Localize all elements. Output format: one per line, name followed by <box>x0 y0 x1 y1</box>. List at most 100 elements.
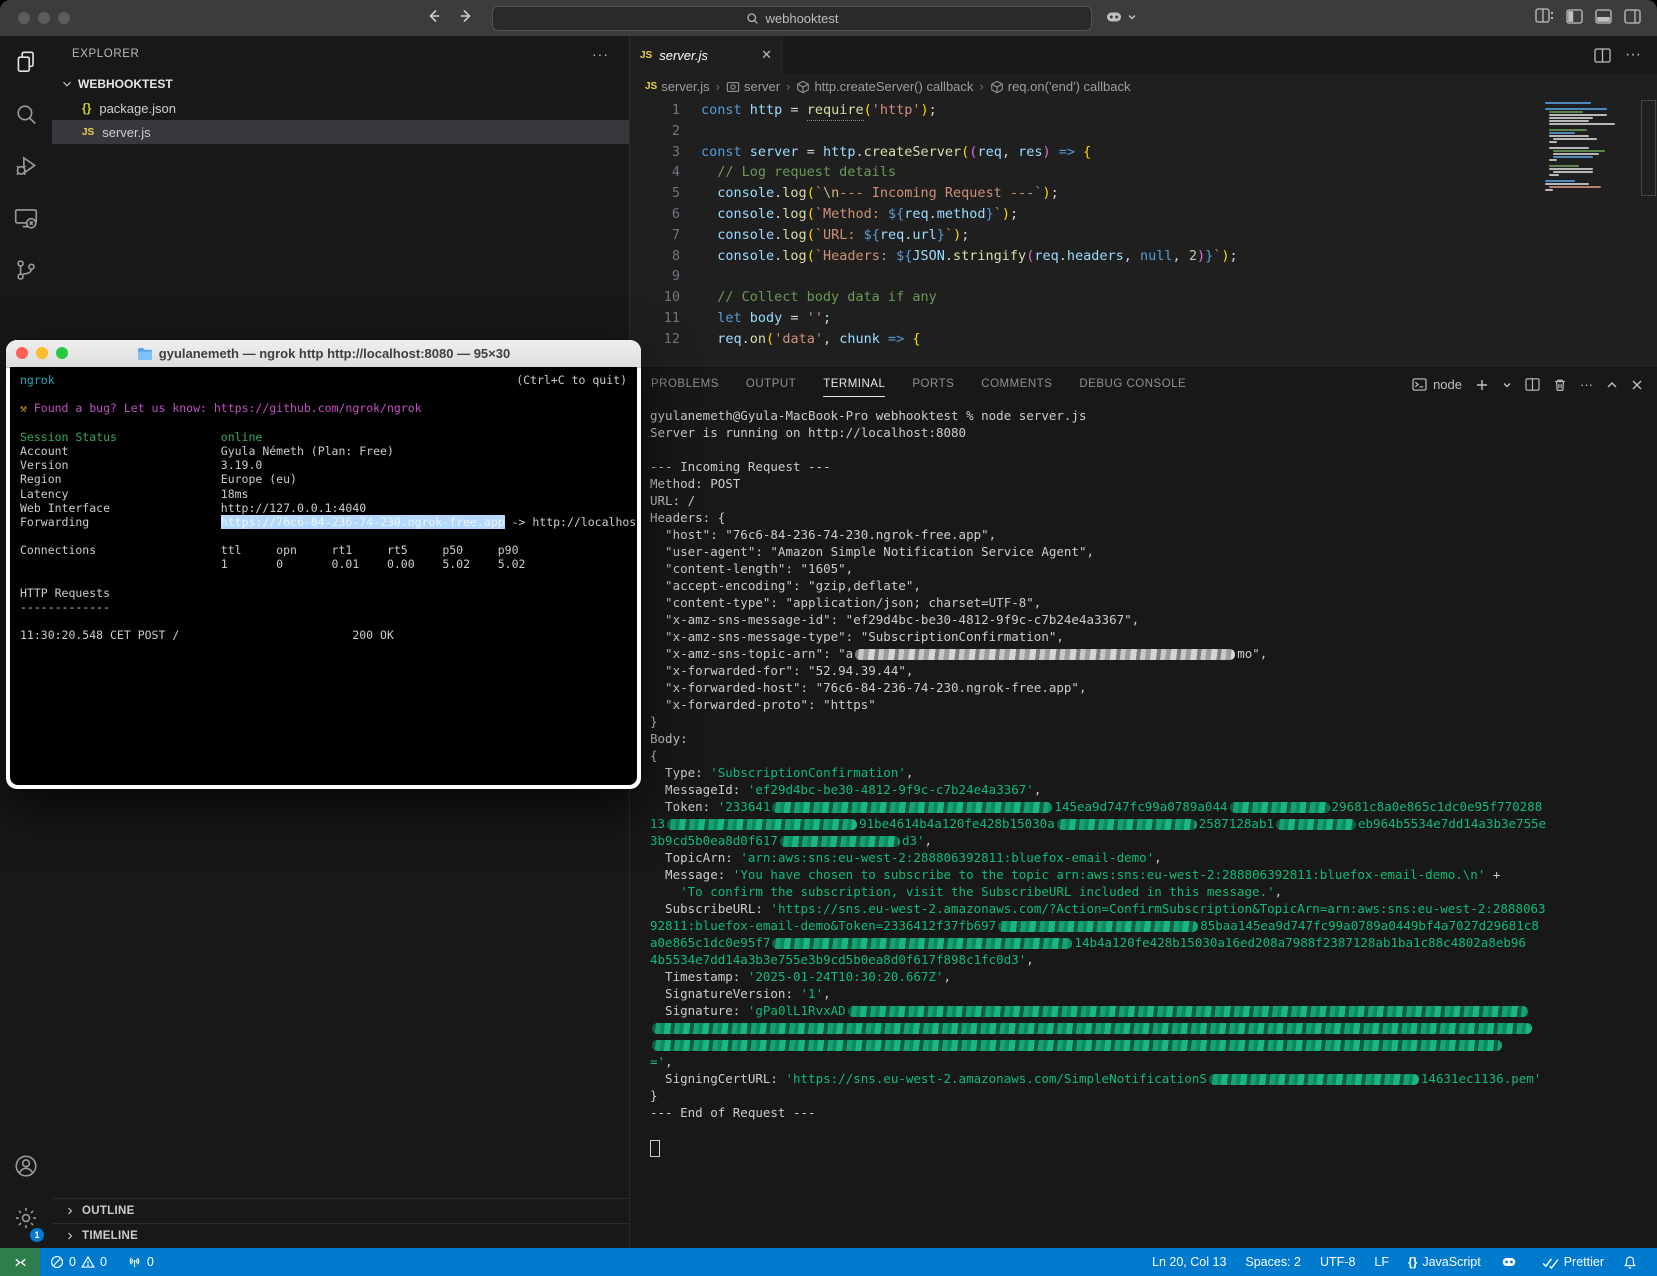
mac-title-bar[interactable]: gyulanemeth — ngrok http http://localhos… <box>6 340 641 368</box>
split-editor-icon[interactable] <box>1594 48 1611 63</box>
code-editor[interactable]: 1const http = require('http');23const se… <box>630 99 1657 350</box>
js-file-icon: JS <box>645 81 657 92</box>
errors-count[interactable]: 0 <box>69 1255 76 1269</box>
editor-tab-bar: JS server.js ✕ ··· <box>630 36 1657 74</box>
code-line[interactable]: 10 // Collect body data if any <box>630 287 1657 308</box>
status-encoding[interactable]: UTF-8 <box>1320 1255 1355 1269</box>
panel-tab-debug-console[interactable]: DEBUG CONSOLE <box>1079 366 1186 403</box>
file-row-server.js[interactable]: JSserver.js <box>52 120 629 144</box>
breadcrumb-item[interactable]: server <box>726 79 780 94</box>
warnings-count[interactable]: 0 <box>100 1255 107 1269</box>
maximize-panel-icon[interactable] <box>1606 379 1618 391</box>
breadcrumb-item[interactable]: req.on('end') callback <box>990 79 1131 94</box>
line-number: 2 <box>630 121 701 142</box>
panel-more-actions-icon[interactable]: ··· <box>1580 377 1593 392</box>
minimap-slider[interactable] <box>1641 100 1656 196</box>
explorer-more-actions-icon[interactable]: ··· <box>592 46 609 62</box>
panel-tab-problems[interactable]: PROBLEMS <box>651 366 719 403</box>
code-line[interactable]: 7 console.log(`URL: ${req.url}`); <box>630 225 1657 246</box>
mac-minimize-button[interactable] <box>36 347 48 359</box>
kill-terminal-icon[interactable] <box>1553 378 1567 392</box>
status-language-mode[interactable]: {}JavaScript <box>1408 1255 1481 1269</box>
settings-gear-icon[interactable]: 1 <box>0 1192 52 1244</box>
file-row-package.json[interactable]: {}package.json <box>52 96 629 120</box>
warnings-icon[interactable] <box>81 1255 95 1269</box>
remote-indicator[interactable] <box>0 1248 40 1276</box>
minimize-window-button[interactable] <box>38 12 50 24</box>
code-line[interactable]: 6 console.log(`Method: ${req.method}`); <box>630 204 1657 225</box>
sidebar-item-remote-explorer[interactable] <box>0 192 52 244</box>
workspace-root-row[interactable]: WEBHOOKTEST <box>52 72 629 96</box>
breadcrumb-separator: › <box>978 79 984 94</box>
file-list: {}package.jsonJSserver.js <box>52 96 629 144</box>
terminal-instance-node[interactable]: node <box>1412 377 1462 392</box>
code-line[interactable]: 3const server = http.createServer((req, … <box>630 142 1657 163</box>
line-number: 1 <box>630 100 701 121</box>
customize-layout-icon[interactable] <box>1535 8 1554 24</box>
section-timeline[interactable]: TIMELINE <box>52 1223 629 1248</box>
sidebar-item-explorer[interactable] <box>0 36 52 88</box>
code-line[interactable]: 2 <box>630 121 1657 142</box>
status-indentation[interactable]: Spaces: 2 <box>1245 1255 1301 1269</box>
toggle-secondary-sidebar-icon[interactable] <box>1624 9 1641 24</box>
mac-zoom-button[interactable] <box>56 347 68 359</box>
new-terminal-icon[interactable] <box>1475 378 1489 392</box>
code-line[interactable]: 8 console.log(`Headers: ${JSON.stringify… <box>630 246 1657 267</box>
close-tab-icon[interactable]: ✕ <box>761 47 772 63</box>
ngrok-output[interactable]: ngrok(Ctrl+C to quit)⚒ Found a bug? Let … <box>10 367 637 785</box>
mac-window-title: gyulanemeth — ngrok http http://localhos… <box>159 346 510 361</box>
panel-tab-output[interactable]: OUTPUT <box>746 366 796 403</box>
sidebar-item-search[interactable] <box>0 88 52 140</box>
back-button[interactable] <box>426 8 442 24</box>
mac-close-button[interactable] <box>16 347 28 359</box>
command-center-search[interactable]: webhooktest <box>492 6 1092 31</box>
panel-tab-comments[interactable]: COMMENTS <box>981 366 1052 403</box>
close-panel-icon[interactable] <box>1631 379 1643 391</box>
breadcrumb-item[interactable]: http.createServer() callback <box>796 79 973 94</box>
sidebar-item-source-control[interactable] <box>0 244 52 296</box>
sidebar-item-run-debug[interactable] <box>0 140 52 192</box>
copilot-menu[interactable] <box>1104 7 1137 27</box>
window-controls[interactable] <box>18 12 70 24</box>
ngrok-terminal-window[interactable]: gyulanemeth — ngrok http http://localhos… <box>6 340 641 789</box>
code-line[interactable]: 11 let body = ''; <box>630 308 1657 329</box>
status-copilot-status[interactable] <box>1500 1253 1523 1271</box>
code-line[interactable]: 4 // Log request details <box>630 162 1657 183</box>
js-file-icon: JS <box>640 50 652 61</box>
status-notifications[interactable] <box>1623 1255 1642 1270</box>
chevron-right-icon <box>64 1205 76 1217</box>
forward-button[interactable] <box>458 8 474 24</box>
terminal-output[interactable]: gyulanemeth@Gyula-MacBook-Pro webhooktes… <box>650 407 1651 1155</box>
minimap[interactable] <box>1545 102 1637 192</box>
toggle-primary-sidebar-icon[interactable] <box>1566 9 1583 24</box>
toggle-panel-icon[interactable] <box>1595 9 1612 24</box>
code-line[interactable]: 5 console.log(`\n--- Incoming Request --… <box>630 183 1657 204</box>
ports-icon[interactable] <box>127 1255 142 1269</box>
code-line[interactable]: 12 req.on('data', chunk => { <box>630 329 1657 350</box>
status-formatter[interactable]: Prettier <box>1542 1255 1604 1269</box>
file-label: server.js <box>102 125 150 140</box>
code-line[interactable]: 9 <box>630 266 1657 287</box>
status-eol[interactable]: LF <box>1374 1255 1389 1269</box>
status-cursor-position[interactable]: Ln 20, Col 13 <box>1152 1255 1226 1269</box>
terminal-icon <box>1412 378 1427 391</box>
zoom-window-button[interactable] <box>58 12 70 24</box>
editor-more-actions-icon[interactable]: ··· <box>1625 46 1641 64</box>
tab-server-js[interactable]: JS server.js ✕ <box>630 36 783 74</box>
close-window-button[interactable] <box>18 12 30 24</box>
ports-count[interactable]: 0 <box>147 1255 154 1269</box>
account-icon[interactable] <box>0 1140 52 1192</box>
symbol-method-icon <box>990 80 1004 94</box>
code-line[interactable]: 1const http = require('http'); <box>630 100 1657 121</box>
chevron-down-icon <box>60 77 74 91</box>
errors-icon[interactable] <box>50 1255 64 1269</box>
redacted-text <box>652 1040 1502 1051</box>
section-outline[interactable]: OUTLINE <box>52 1198 629 1223</box>
panel-tab-terminal[interactable]: TERMINAL <box>823 366 885 403</box>
split-terminal-icon[interactable] <box>1525 378 1540 391</box>
terminal-dropdown-icon[interactable] <box>1502 380 1512 390</box>
panel-tab-ports[interactable]: PORTS <box>912 366 954 403</box>
redacted-text <box>1209 1074 1419 1085</box>
redacted-text <box>667 819 857 830</box>
breadcrumb-item[interactable]: JSserver.js <box>645 79 710 94</box>
